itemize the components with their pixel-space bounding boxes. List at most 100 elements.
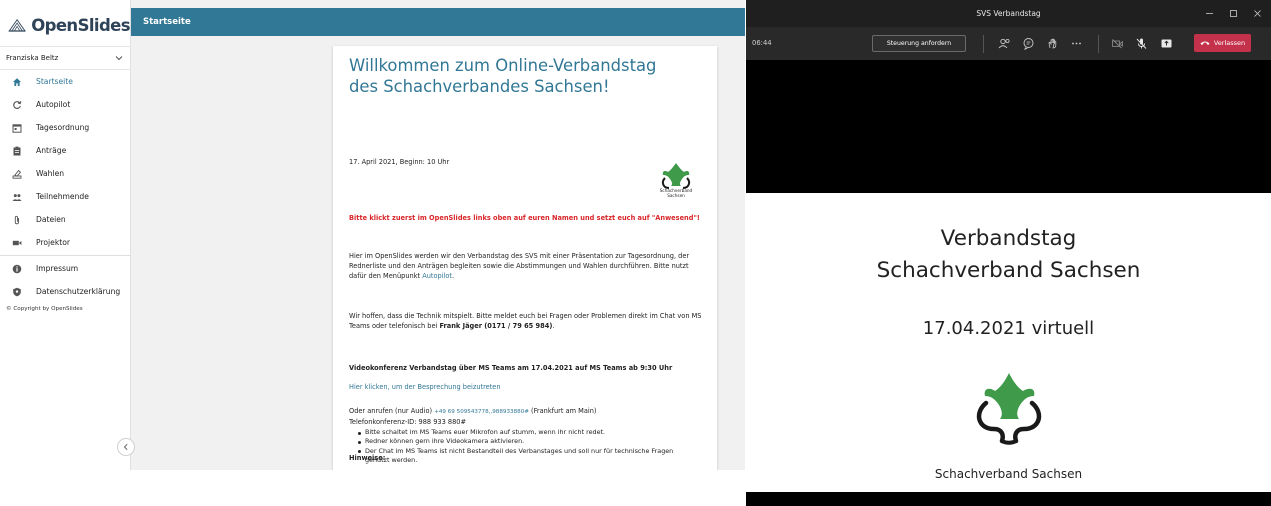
brand-name: OpenSlides: [31, 15, 130, 35]
window-controls: [1197, 5, 1269, 21]
more-icon[interactable]: [1069, 36, 1083, 50]
conference-id: Telefonkonferenz-ID: 988 933 880#: [349, 418, 467, 426]
phone-prefix: Oder anrufen (nur Audio): [349, 407, 435, 415]
autopilot-link[interactable]: Autopilot: [422, 272, 452, 280]
sidebar-item-label: Impressum: [36, 264, 79, 273]
slide-date: 17.04.2021 virtuell: [922, 318, 1095, 339]
window-title: SVS Verbandstag: [976, 9, 1041, 18]
maximize-icon: [1229, 9, 1237, 17]
sidebar: OpenSlides Franziska Beltz Startseite Au…: [0, 0, 135, 470]
sidebar-nav: Startseite Autopilot Tagesordnung Anträg…: [0, 70, 131, 303]
intro-paragraph: Hier im OpenSlides werden wir den Verban…: [349, 251, 705, 281]
shield-icon: [12, 287, 22, 297]
phone-number-link[interactable]: +49 69 509543778,,988933880#: [434, 409, 529, 415]
sidebar-item-label: Teilnehmende: [36, 192, 89, 201]
event-date: 17. April 2021, Beginn: 10 Uhr: [349, 158, 450, 166]
toolbar-divider: [1098, 35, 1099, 53]
chat-icon[interactable]: [1021, 36, 1035, 50]
share-icon[interactable]: [1159, 36, 1173, 50]
toolbar-divider: [983, 35, 984, 53]
screenshot: OpenSlides Franziska Beltz Startseite Au…: [0, 0, 1271, 506]
video-conference-heading: Videokonferenz Verbandstag über MS Teams…: [349, 364, 673, 372]
home-icon: [12, 77, 22, 87]
videocam-icon: [12, 238, 22, 248]
teams-meeting-window: SVS Verbandstag 06:44 Steuerung anforder…: [746, 0, 1271, 506]
sidebar-item-label: Startseite: [36, 77, 73, 86]
user-name: Franziska Beltz: [6, 54, 59, 62]
minimize-icon: [1205, 12, 1213, 14]
slide-title-line-1: Verbandstag: [940, 226, 1077, 251]
phone-info: Oder anrufen (nur Audio) +49 69 50954377…: [349, 406, 705, 427]
sidebar-item-antraege[interactable]: Anträge: [0, 139, 131, 162]
close-icon: [1253, 9, 1261, 17]
window-titlebar: SVS Verbandstag: [746, 0, 1271, 27]
sidebar-item-label: Anträge: [36, 146, 67, 155]
participants-icon[interactable]: [997, 36, 1011, 50]
maximize-button[interactable]: [1221, 5, 1245, 21]
meeting-timer: 06:44: [752, 39, 772, 47]
raise-hand-icon[interactable]: [1045, 36, 1059, 50]
logo-caption: Schachverband Sachsen: [659, 188, 693, 198]
sidebar-item-label: Wahlen: [36, 169, 65, 178]
sidebar-item-label: Projektor: [36, 238, 70, 247]
paperclip-icon: [12, 215, 22, 225]
intro-text: Hier im OpenSlides werden wir den Verban…: [349, 252, 690, 280]
sidebar-item-label: Autopilot: [36, 100, 71, 109]
sidebar-item-dateien[interactable]: Dateien: [0, 208, 131, 231]
contact-person: Frank Jäger (0171 / 79 65 984): [439, 322, 553, 330]
copyright-link[interactable]: © Copyright by OpenSlides: [6, 306, 83, 312]
leave-button[interactable]: Verlassen: [1194, 34, 1251, 52]
meeting-toolbar: 06:44 Steuerung anfordern Verlassen: [746, 27, 1271, 60]
welcome-card: Willkommen zum Online-Verbandstag des Sc…: [333, 46, 717, 470]
openslides-logo-icon: [8, 19, 26, 32]
close-button[interactable]: [1245, 5, 1269, 21]
leave-label: Verlassen: [1213, 39, 1246, 47]
join-meeting-link[interactable]: Hier klicken, um der Besprechung beizutr…: [349, 382, 705, 392]
minimize-button[interactable]: [1197, 5, 1221, 21]
sidebar-item-label: Dateien: [36, 215, 66, 224]
tech-paragraph: Wir hoffen, dass die Technik mitspielt. …: [349, 311, 705, 331]
sidebar-item-teilnehmende[interactable]: Teilnehmende: [0, 185, 131, 208]
info-icon: [12, 264, 22, 274]
welcome-heading: Willkommen zum Online-Verbandstag des Sc…: [349, 56, 657, 96]
top-bar: Startseite: [131, 8, 745, 36]
mic-off-icon[interactable]: [1134, 36, 1148, 50]
openslides-app: OpenSlides Franziska Beltz Startseite Au…: [0, 0, 745, 470]
hang-up-icon: [1200, 41, 1210, 45]
request-control-button[interactable]: Steuerung anfordern: [872, 35, 966, 52]
shared-presentation: Verbandstag Schachverband Sachsen 17.04.…: [746, 193, 1271, 492]
chevron-left-icon: [123, 443, 128, 451]
sidebar-item-impressum[interactable]: Impressum: [0, 257, 131, 280]
clipboard-icon: [12, 146, 22, 156]
openslides-logo[interactable]: OpenSlides: [8, 10, 131, 40]
sidebar-item-label: Tagesordnung: [36, 123, 90, 132]
page-title: Startseite: [143, 17, 191, 27]
warning-text: Bitte klickt zuerst im OpenSlides links …: [349, 214, 700, 222]
tech-end: .: [552, 322, 555, 330]
intro-end: .: [451, 272, 455, 280]
list-item: Der Chat im MS Teams ist nicht Bestandte…: [357, 447, 697, 466]
collapse-sidebar-button[interactable]: [117, 438, 135, 456]
chevron-down-icon: [115, 56, 123, 61]
slide-organisation: Schachverband Sachsen: [934, 467, 1083, 481]
list-item: Redner können gern ihre Videokamera akti…: [357, 437, 697, 446]
sidebar-item-label: Datenschutzerklärung: [36, 287, 121, 296]
list-item: Bitte schaltet im MS Teams euer Mikrofon…: [357, 428, 697, 437]
sidebar-item-datenschutz[interactable]: Datenschutzerklärung: [0, 280, 131, 303]
user-menu[interactable]: Franziska Beltz: [0, 46, 131, 70]
schachverband-logo: [976, 373, 1042, 445]
sidebar-item-startseite[interactable]: Startseite: [0, 70, 131, 93]
sidebar-item-autopilot[interactable]: Autopilot: [0, 93, 131, 116]
camera-off-icon[interactable]: [1110, 36, 1124, 50]
autopilot-icon: [12, 100, 22, 110]
sidebar-item-wahlen[interactable]: Wahlen: [0, 162, 131, 185]
ballot-icon: [12, 169, 22, 179]
calendar-icon: [12, 123, 22, 133]
sidebar-divider: [0, 255, 131, 256]
hints-list: Bitte schaltet im MS Teams euer Mikrofon…: [357, 428, 697, 470]
people-icon: [12, 192, 22, 202]
slide-title-line-2: Schachverband Sachsen: [876, 258, 1141, 283]
sidebar-item-projektor[interactable]: Projektor: [0, 231, 131, 254]
phone-suffix: (Frankfurt am Main): [528, 407, 597, 415]
sidebar-item-tagesordnung[interactable]: Tagesordnung: [0, 116, 131, 139]
